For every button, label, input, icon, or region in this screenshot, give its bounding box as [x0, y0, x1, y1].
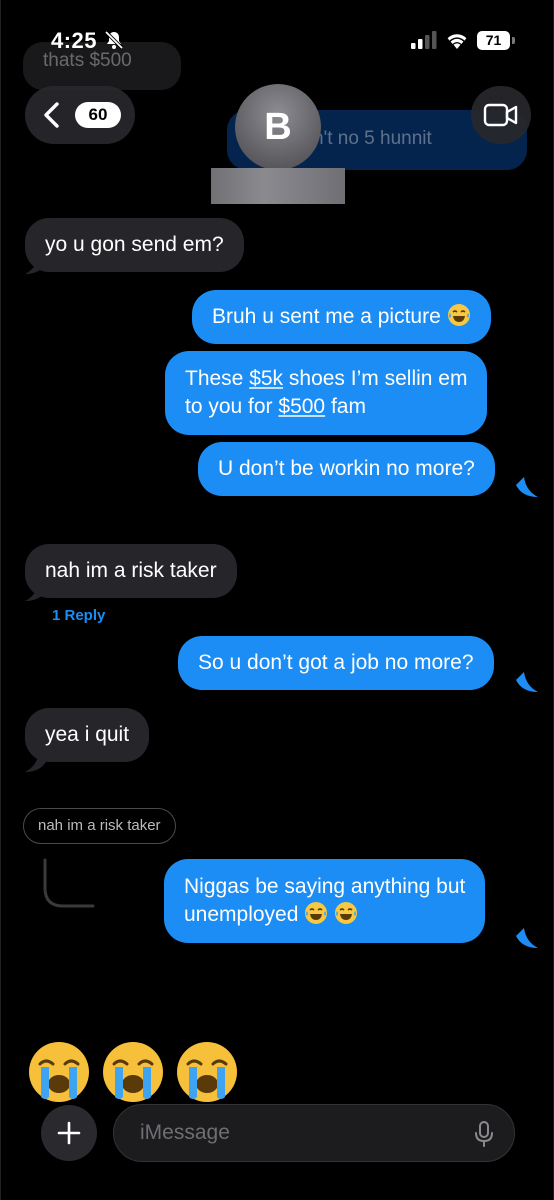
money-data-detector-link[interactable]: $5k — [249, 367, 283, 390]
status-bar: 4:25 71 — [1, 0, 553, 60]
plus-icon — [57, 1121, 81, 1145]
bubble-tail — [516, 477, 538, 497]
message-text: nah im a risk taker — [45, 559, 217, 582]
wifi-icon — [447, 34, 467, 49]
message-input[interactable] — [140, 1117, 460, 1149]
message-bubble-outgoing[interactable]: So u don’t got a job no more? — [178, 636, 494, 690]
chevron-left-icon — [44, 102, 59, 128]
message-text: So u don’t got a job no more? — [198, 651, 474, 674]
battery-nub — [512, 37, 515, 44]
messages-screen: 4:25 71 thats $500 n't no 5 hunnit 60 B … — [0, 0, 554, 1200]
message-text: U don’t be workin no more? — [218, 457, 475, 480]
message-bubble-incoming[interactable]: yea i quit — [25, 708, 150, 762]
loudly-crying-face-icon — [29, 1042, 89, 1102]
cellular-signal-icon — [411, 31, 437, 49]
battery-level: 71 — [477, 31, 510, 50]
back-button[interactable]: 60 — [25, 86, 135, 144]
bubble-tail — [516, 928, 538, 948]
message-line: unemployed — [184, 901, 465, 929]
laughing-tears-emoji-icon — [335, 902, 358, 924]
message-text: yea i quit — [45, 723, 130, 746]
message-bubble-incoming[interactable]: yo u gon send em? — [25, 218, 244, 272]
bubble-tail — [516, 672, 538, 692]
message-text: yo u gon send em? — [45, 233, 224, 256]
laughing-tears-emoji-icon — [305, 902, 328, 924]
message-bubble-outgoing[interactable]: Bruh u sent me a picture — [192, 290, 491, 344]
message-line: Niggas be saying anything but — [184, 875, 466, 898]
message-line: to you for $500 fam — [185, 395, 366, 418]
message-line: These $5k shoes I’m sellin em — [185, 367, 468, 390]
money-data-detector-link[interactable]: $500 — [278, 395, 325, 418]
unread-count-badge: 60 — [75, 102, 121, 128]
laughing-tears-emoji-icon — [447, 304, 470, 326]
video-camera-icon — [483, 103, 518, 127]
battery-indicator: 71 — [477, 31, 515, 50]
bell-slash-icon — [104, 30, 124, 50]
loudly-crying-face-icon — [177, 1042, 237, 1102]
facetime-video-button[interactable] — [471, 86, 531, 144]
message-bubble-outgoing[interactable]: U don’t be workin no more? — [198, 442, 495, 496]
microphone-icon[interactable] — [474, 1121, 494, 1147]
message-text: Bruh u sent me a picture — [212, 305, 441, 328]
message-bubble-outgoing[interactable]: Niggas be saying anything but unemployed — [164, 859, 486, 943]
reply-thread-line — [43, 858, 95, 908]
contact-avatar[interactable]: B — [235, 84, 321, 170]
message-bubble-outgoing[interactable]: These $5k shoes I’m sellin em to you for… — [165, 351, 488, 435]
message-bubble-incoming[interactable]: nah im a risk taker — [25, 544, 237, 598]
status-time: 4:25 — [51, 28, 98, 53]
message-input-container — [113, 1104, 515, 1162]
thread-reply-link[interactable]: 1 Reply — [52, 607, 105, 624]
quoted-reply-chip[interactable]: nah im a risk taker — [23, 808, 176, 844]
add-attachment-button[interactable] — [41, 1105, 97, 1161]
loudly-crying-face-icon — [103, 1042, 163, 1102]
contact-name-redacted[interactable] — [211, 168, 345, 204]
